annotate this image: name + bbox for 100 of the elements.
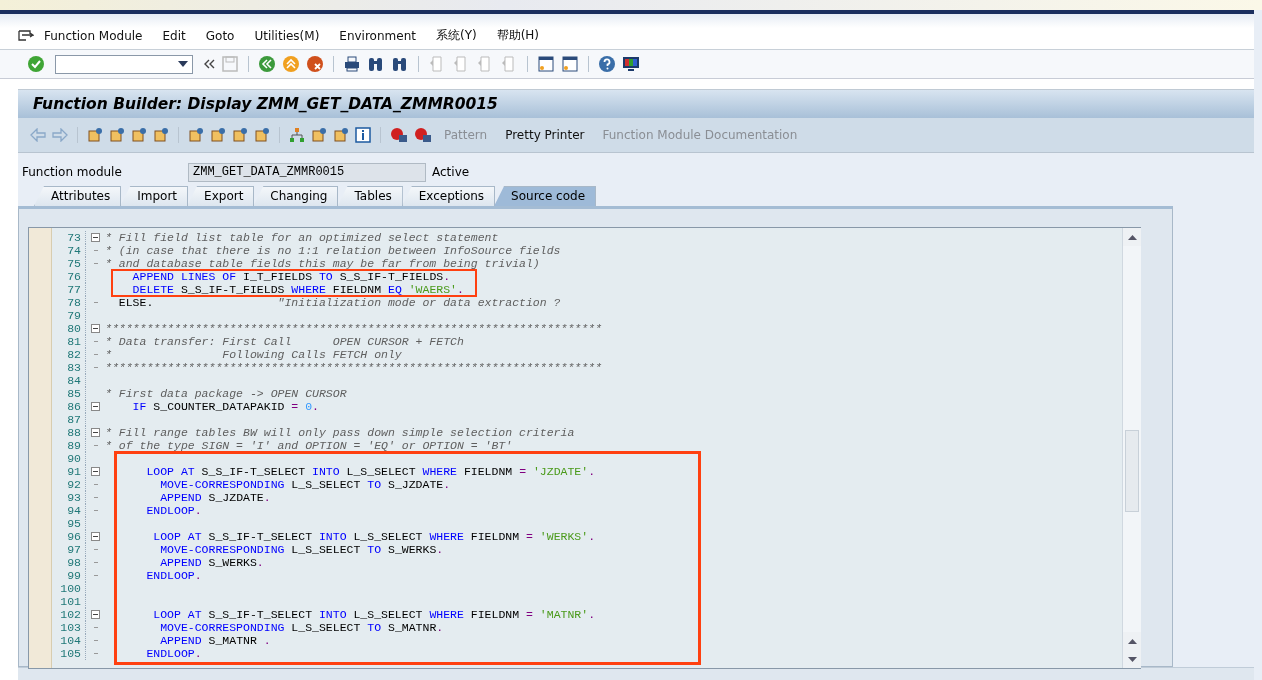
line-number: 91 bbox=[66, 465, 81, 478]
menu-icon[interactable] bbox=[18, 28, 34, 43]
caret-icon[interactable] bbox=[178, 61, 188, 67]
line-number: 103 bbox=[59, 621, 81, 634]
caret-down-icon[interactable] bbox=[1127, 656, 1137, 662]
info-icon[interactable] bbox=[355, 127, 371, 143]
code-line: DELETE S_S_IF-T_FIELDS WHERE FIELDNM EQ 'WAERS'. bbox=[131, 284, 464, 295]
code-line: * Fill field list table for an optimized select statement bbox=[105, 232, 499, 243]
menu-item[interactable]: Function Module bbox=[44, 28, 143, 43]
line-number: 86 bbox=[66, 400, 81, 413]
line-number: 88 bbox=[66, 426, 81, 439]
line-number: 104 bbox=[59, 634, 81, 647]
tab[interactable]: Tables bbox=[337, 186, 403, 206]
cancel-icon[interactable] bbox=[306, 55, 324, 73]
help-icon[interactable] bbox=[598, 55, 616, 73]
menu-item[interactable]: 帮助(H) bbox=[496, 27, 540, 44]
line-number: 77 bbox=[66, 283, 81, 296]
menu-item[interactable]: Environment bbox=[339, 28, 416, 43]
collapse-box-icon[interactable] bbox=[91, 467, 100, 476]
code-line: ENDLOOP. bbox=[145, 570, 202, 581]
find-icon[interactable] bbox=[367, 55, 385, 73]
command-field[interactable] bbox=[55, 54, 193, 74]
code-line: ENDLOOP. bbox=[145, 648, 202, 659]
tab[interactable]: Export bbox=[187, 186, 255, 206]
fold-tick-icon bbox=[93, 340, 98, 343]
print-icon[interactable] bbox=[343, 55, 361, 73]
code-line: * Following Calls FETCH only bbox=[105, 349, 402, 360]
code-line: * First data package -> OPEN CURSOR bbox=[105, 388, 347, 399]
tab[interactable]: Attributes bbox=[34, 186, 122, 206]
line-number: 78 bbox=[66, 296, 81, 309]
fold-tick-icon bbox=[93, 262, 98, 265]
scroll-down-button[interactable] bbox=[1123, 650, 1141, 668]
caret-up-icon[interactable] bbox=[1127, 234, 1137, 240]
code-line: APPEND S_MATNR . bbox=[159, 635, 271, 646]
fold-tick-icon bbox=[93, 496, 98, 499]
field-label: Function module bbox=[21, 165, 123, 179]
fold-tick-icon bbox=[93, 301, 98, 304]
line-number: 81 bbox=[66, 335, 81, 348]
fold-tick-icon bbox=[93, 249, 98, 252]
line-number: 94 bbox=[66, 504, 81, 517]
tab[interactable]: Import bbox=[120, 186, 189, 206]
tab[interactable]: Exceptions bbox=[401, 186, 496, 206]
collapse-box-icon[interactable] bbox=[91, 532, 100, 541]
back-icon[interactable] bbox=[258, 55, 276, 73]
fold-tick-icon bbox=[93, 561, 98, 564]
collapse-box-icon[interactable] bbox=[91, 428, 100, 437]
line-number: 99 bbox=[66, 569, 81, 582]
fold-tick-icon bbox=[93, 639, 98, 642]
fold-tick-icon bbox=[93, 444, 98, 447]
code-line: * and database table fields this may be far from being trivial) bbox=[105, 258, 540, 269]
line-number: 95 bbox=[66, 517, 81, 530]
code-line: * Data transfer: First Call OPEN CURSOR + FETCh bbox=[105, 336, 464, 347]
fold-tick-icon bbox=[93, 652, 98, 655]
screen-title: Function Builder: Display ZMM_GET_DATA_ZMMR0015 bbox=[33, 95, 498, 113]
line-number: 76 bbox=[66, 270, 81, 283]
code-line: APPEND LINES OF I_T_FIELDS TO S_S_IF-T_FIELDS. bbox=[131, 271, 451, 282]
code-line: * of the type SIGN = 'I' and OPTION = 'EQ' or OPTION = 'BT' bbox=[105, 440, 513, 451]
shortcut-icon[interactable] bbox=[561, 55, 579, 73]
find-next-icon[interactable] bbox=[391, 55, 409, 73]
line-number: 85 bbox=[66, 387, 81, 400]
code-line: MOVE-CORRESPONDING L_S_SELECT TO S_JZDATE. bbox=[159, 479, 451, 490]
collapse-box-icon[interactable] bbox=[91, 324, 100, 333]
tab[interactable]: Changing bbox=[253, 186, 339, 206]
line-number: 75 bbox=[66, 257, 81, 270]
fold-tick-icon bbox=[93, 548, 98, 551]
code-line: LOOP AT S_S_IF-T_SELECT INTO L_S_SELECT WHERE FIELDNM = 'WERKS'. bbox=[152, 531, 596, 542]
line-number: 79 bbox=[66, 309, 81, 322]
line-number: 96 bbox=[66, 530, 81, 543]
code-line: ************************************************************************ bbox=[105, 323, 602, 334]
function-module-field[interactable]: ZMM_GET_DATA_ZMMR0015 bbox=[188, 162, 426, 182]
menu-item[interactable]: Edit bbox=[162, 28, 186, 43]
collapse-box-icon[interactable] bbox=[91, 610, 100, 619]
line-number: 93 bbox=[66, 491, 81, 504]
monitor-icon[interactable] bbox=[622, 55, 640, 73]
collapse-box-icon[interactable] bbox=[91, 233, 100, 242]
collapse-box-icon[interactable] bbox=[91, 402, 100, 411]
caret-up-icon[interactable] bbox=[1127, 638, 1137, 644]
line-number: 105 bbox=[59, 647, 81, 660]
line-number: 82 bbox=[66, 348, 81, 361]
fold-tick-icon bbox=[93, 574, 98, 577]
line-number: 83 bbox=[66, 361, 81, 374]
code-line: IF S_COUNTER_DATAPAKID = 0. bbox=[131, 401, 319, 412]
tab[interactable]: Source code bbox=[494, 186, 597, 206]
menu-item[interactable]: 系统(Y) bbox=[435, 27, 477, 44]
code-line: LOOP AT S_S_IF-T_SELECT INTO L_S_SELECT WHERE FIELDNM = 'JZDATE'. bbox=[145, 466, 596, 477]
menu-item[interactable]: Goto bbox=[205, 28, 235, 43]
line-number: 101 bbox=[59, 595, 81, 608]
new-window-icon[interactable] bbox=[537, 55, 555, 73]
fold-tick-icon bbox=[93, 353, 98, 356]
menu-item[interactable]: Utilities(M) bbox=[254, 28, 320, 43]
check-icon[interactable] bbox=[27, 55, 45, 73]
line-number: 73 bbox=[66, 231, 81, 244]
scroll-up-button[interactable] bbox=[1123, 632, 1141, 650]
scrollbar-thumb[interactable] bbox=[1125, 430, 1139, 512]
collapse-icon[interactable] bbox=[203, 59, 215, 69]
line-number: 84 bbox=[66, 374, 81, 387]
scroll-up-button[interactable] bbox=[1123, 228, 1141, 246]
toolbar-button[interactable]: Pretty Printer bbox=[499, 128, 591, 142]
code-line: APPEND S_WERKS. bbox=[159, 557, 264, 568]
line-number: 89 bbox=[66, 439, 81, 452]
